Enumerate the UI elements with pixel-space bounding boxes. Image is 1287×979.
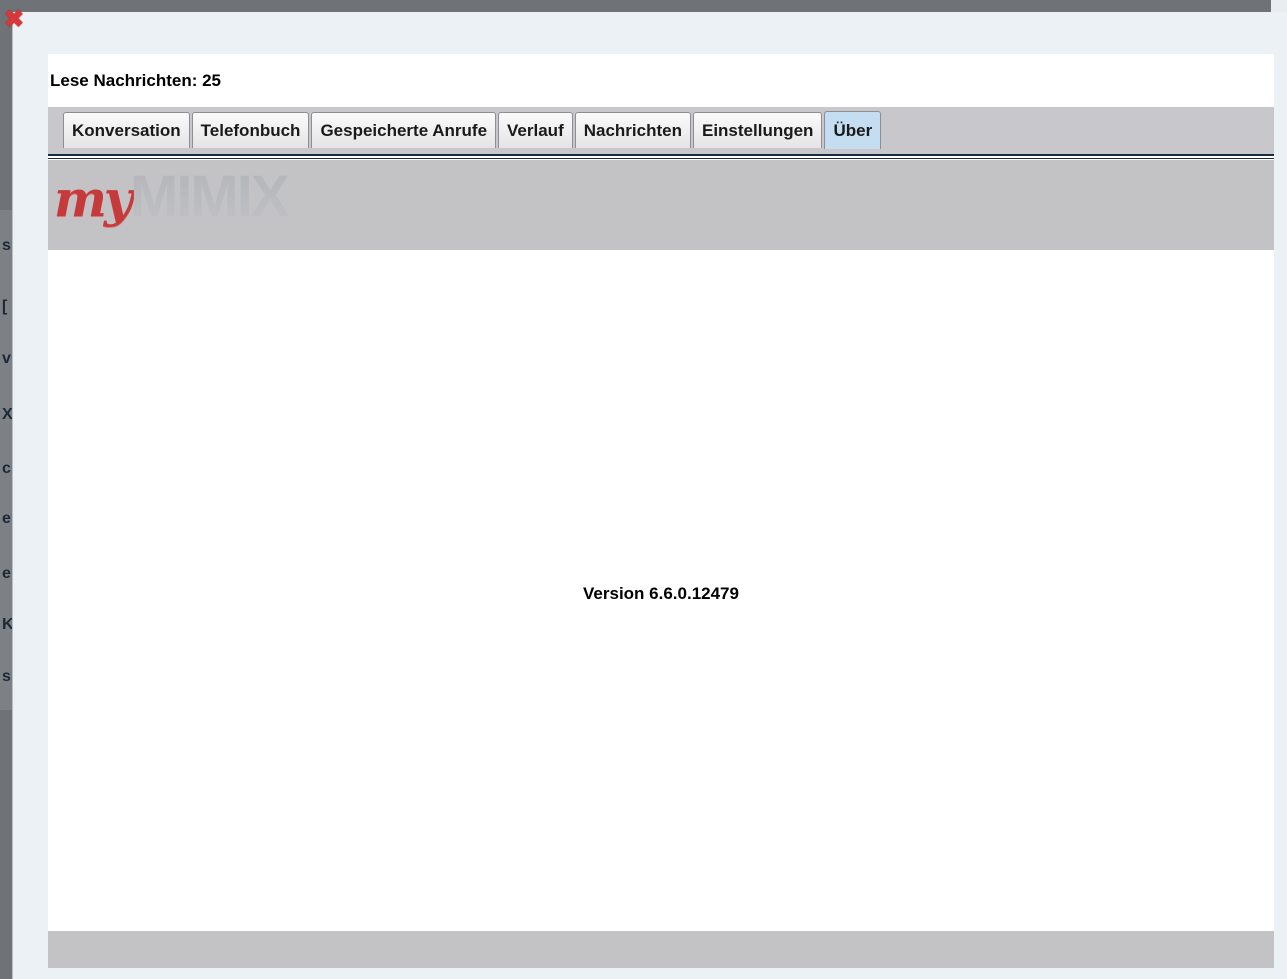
- tab-telefonbuch[interactable]: Telefonbuch: [191, 112, 310, 148]
- tab-list: Konversation Telefonbuch Gespeicherte An…: [63, 111, 882, 149]
- background-fragment: s: [2, 668, 11, 685]
- logo-my-text: my: [54, 169, 133, 228]
- tab-gespeicherte-anrufe[interactable]: Gespeicherte Anrufe: [311, 112, 497, 148]
- tab-einstellungen[interactable]: Einstellungen: [692, 112, 823, 148]
- dialog-content: Lese Nachrichten: 25 Konversation Telefo…: [48, 54, 1274, 968]
- about-dialog: Lese Nachrichten: 25 Konversation Telefo…: [12, 12, 1287, 979]
- background-fragment: v: [2, 350, 11, 367]
- background-fragment: [: [2, 298, 8, 315]
- tab-bar: Konversation Telefonbuch Gespeicherte An…: [48, 107, 1274, 159]
- background-fragment: e: [2, 510, 11, 527]
- tab-underline-secondary: [48, 158, 1274, 159]
- close-icon[interactable]: ✖: [4, 8, 28, 32]
- version-text: Version 6.6.0.12479: [583, 584, 739, 603]
- tab-underline: [48, 154, 1274, 156]
- read-messages-count: Lese Nachrichten: 25: [50, 71, 222, 90]
- mymimix-logo: my MIMIX: [54, 164, 290, 246]
- logo-banner: my MIMIX: [48, 160, 1274, 250]
- background-fragment: s: [2, 237, 11, 254]
- tab-verlauf[interactable]: Verlauf: [498, 112, 573, 148]
- tab-konversation[interactable]: Konversation: [63, 112, 190, 148]
- background-fragment: c: [2, 460, 11, 477]
- tab-nachrichten[interactable]: Nachrichten: [574, 112, 691, 148]
- logo-brand-text: MIMIX: [129, 164, 290, 229]
- footer-bar: [48, 931, 1274, 968]
- tab-ueber[interactable]: Über: [824, 111, 882, 149]
